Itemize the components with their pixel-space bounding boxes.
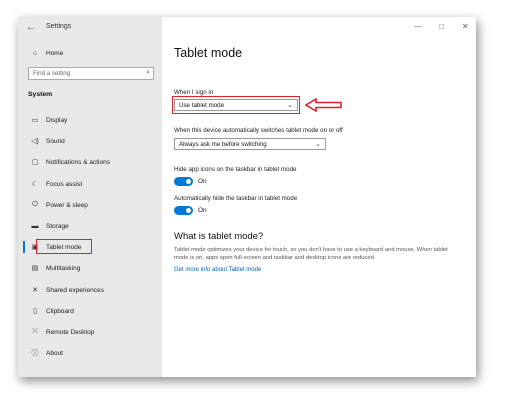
notifications-icon: ▢ (31, 159, 39, 166)
sound-icon: ◁) (31, 138, 39, 145)
sidebar-item-label: About (46, 349, 63, 357)
section-label: System (28, 91, 53, 98)
signin-label: When I sign in (174, 89, 214, 96)
sidebar-item-multitasking[interactable]: ▤ Multitasking (28, 261, 81, 275)
sidebar-item-clipboard[interactable]: ▯ Clipboard (28, 304, 74, 318)
remote-desktop-icon: ⤫ (32, 328, 38, 335)
hide-taskbar-label: Automatically hide the taskbar in tablet… (174, 195, 298, 202)
annotation-arrow-icon (305, 98, 342, 112)
highlight-box-tablet-mode (36, 239, 92, 254)
clipboard-icon: ▯ (33, 308, 37, 315)
sidebar-item-label: Remote Desktop (46, 328, 95, 336)
active-indicator (23, 241, 25, 253)
search-input[interactable]: Find a setting ⌕ (28, 67, 154, 80)
highlight-box-signin (172, 96, 300, 114)
app-title: Settings (46, 23, 72, 30)
sidebar-item-shared-experiences[interactable]: ✕ Shared experiences (28, 283, 104, 297)
sidebar-item-notifications[interactable]: ▢ Notifications & actions (28, 155, 110, 169)
hide-taskbar-toggle[interactable] (174, 206, 193, 215)
home-icon: ⌂ (32, 49, 38, 57)
storage-icon: ▬ (31, 222, 39, 230)
sidebar-item-focus-assist[interactable]: ☾ Focus assist (28, 177, 82, 191)
arrow-left-icon[interactable]: ← (26, 22, 36, 33)
sidebar-item-storage[interactable]: ▬ Storage (28, 219, 69, 233)
description-text: Tablet mode optimizes your device for to… (174, 247, 448, 261)
settings-window: ← Settings ⌂ Home Find a setting ⌕ Syste… (18, 17, 476, 377)
minimize-icon[interactable]: — (414, 22, 422, 31)
sidebar-item-power-sleep[interactable]: ⏻ Power & sleep (28, 198, 88, 212)
search-placeholder: Find a setting (33, 70, 71, 77)
sidebar-item-label: Multitasking (46, 264, 81, 272)
sidebar-item-label: Power & sleep (46, 201, 88, 209)
sidebar-item-label: Storage (46, 222, 69, 230)
switch-dropdown[interactable]: Always ask me before switching ⌄ (174, 138, 326, 150)
multitasking-icon: ▤ (31, 265, 39, 272)
sidebar-item-label: Sound (46, 137, 65, 145)
what-is-title: What is tablet mode? (174, 231, 264, 242)
sidebar-item-display[interactable]: ▭ Display (28, 113, 68, 127)
power-icon: ⏻ (32, 201, 38, 208)
sidebar: ← Settings ⌂ Home Find a setting ⌕ Syste… (18, 17, 162, 377)
sidebar-item-about[interactable]: ⓘ About (28, 346, 64, 360)
chevron-down-icon: ⌄ (315, 141, 321, 148)
switch-label: When this device automatically switches … (174, 127, 343, 134)
shared-icon: ✕ (32, 287, 38, 294)
search-icon[interactable]: ⌕ (146, 69, 150, 77)
more-info-link[interactable]: Get more info about Tablet mode (174, 267, 261, 273)
maximize-icon[interactable]: □ (439, 22, 444, 31)
display-icon: ▭ (31, 117, 39, 124)
sidebar-item-label: Clipboard (46, 307, 74, 315)
close-icon[interactable]: ✕ (462, 22, 469, 31)
sidebar-item-label: Notifications & actions (46, 158, 110, 166)
sidebar-item-label: Focus assist (46, 180, 83, 188)
hide-taskbar-state: On (198, 207, 207, 214)
moon-icon: ☾ (31, 181, 39, 188)
hide-icons-label: Hide app icons on the taskbar in tablet … (174, 166, 297, 173)
sidebar-item-label: Display (46, 116, 68, 124)
page-title: Tablet mode (174, 46, 243, 60)
toggle-knob (186, 208, 191, 213)
sidebar-item-sound[interactable]: ◁) Sound (28, 134, 65, 148)
toggle-knob (186, 179, 191, 184)
hide-icons-toggle[interactable] (174, 177, 193, 186)
switch-dropdown-value: Always ask me before switching (179, 141, 267, 148)
main-content: — □ ✕ Tablet mode When I sign in Use tab… (162, 17, 476, 377)
hide-icons-state: On (198, 178, 207, 185)
info-icon: ⓘ (31, 350, 39, 357)
sidebar-item-home[interactable]: ⌂ Home (28, 46, 63, 60)
sidebar-item-label: Shared experiences (46, 286, 104, 294)
sidebar-item-label: Home (46, 49, 64, 57)
sidebar-item-remote-desktop[interactable]: ⤫ Remote Desktop (28, 325, 94, 339)
